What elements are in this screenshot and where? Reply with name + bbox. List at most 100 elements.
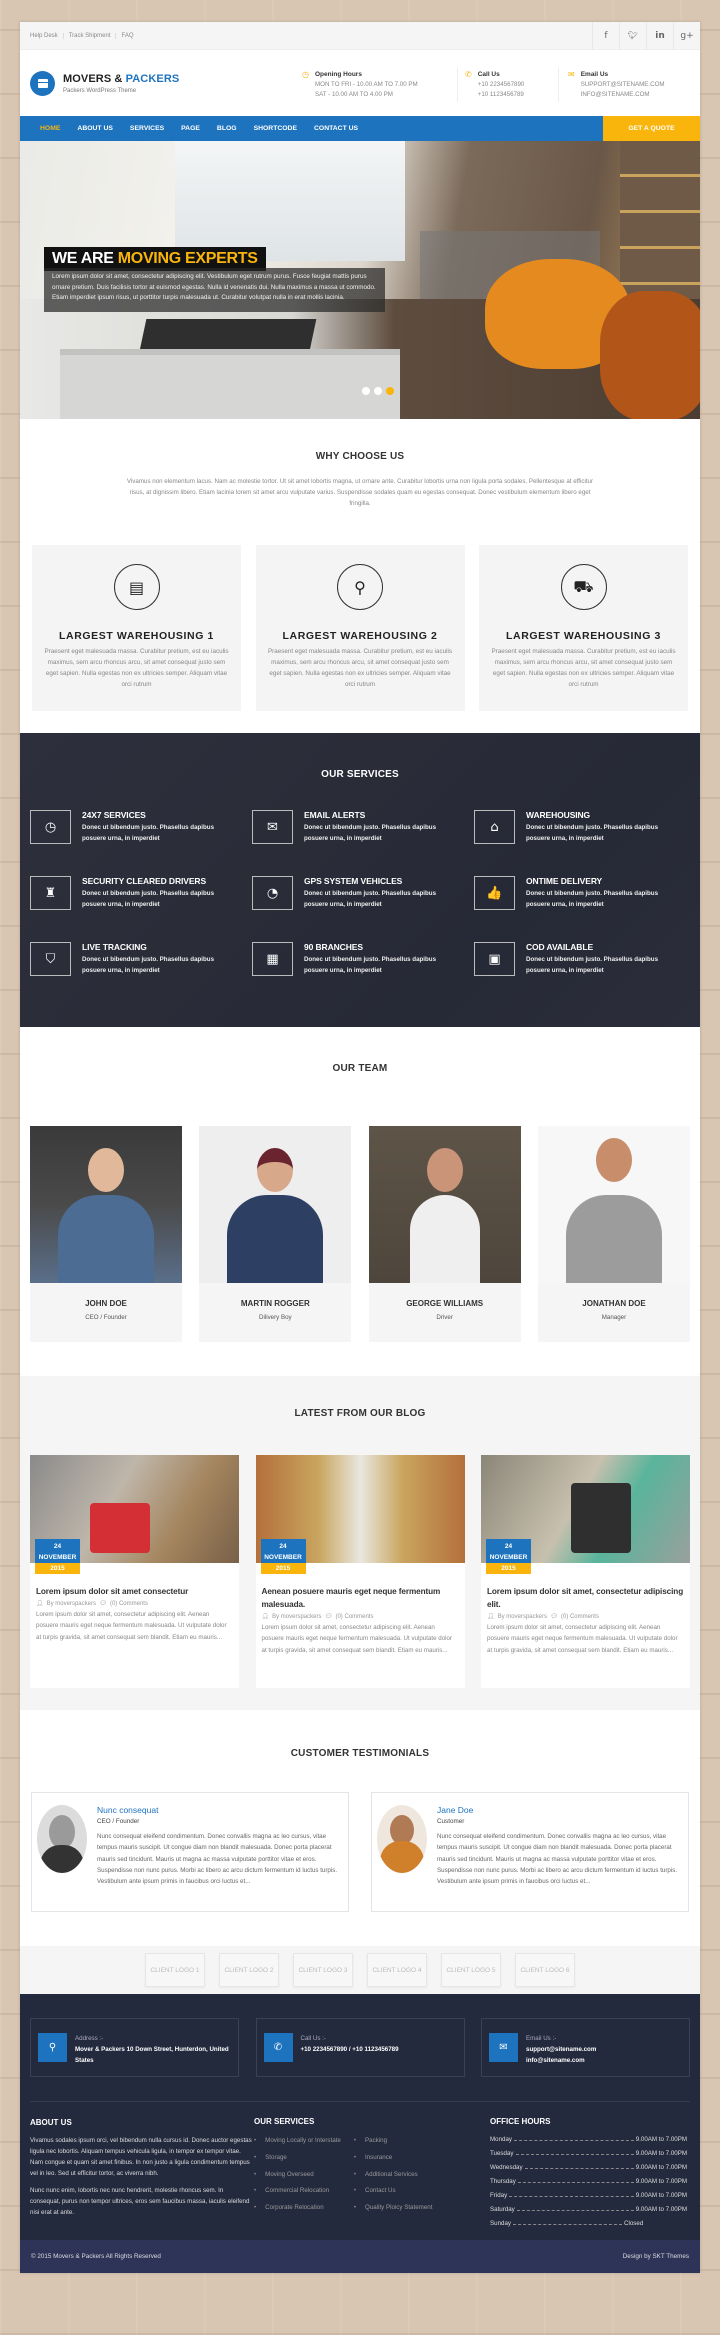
hours-row: Monday 9.00AM to 7.00PM: [490, 2136, 687, 2143]
our-services-section: OUR SERVICES ◷ 24X7 SERVICES Donec ut bibe…: [20, 733, 700, 1027]
nav-services[interactable]: SERVICES: [121, 125, 172, 132]
team-member-card[interactable]: GEORGE WILLIAMS Driver: [368, 1126, 521, 1342]
service-title: EMAIL ALERTS: [304, 810, 366, 820]
footer-service-link[interactable]: Packing: [354, 2133, 433, 2150]
testimonial-role: CEO / Founder: [97, 1818, 140, 1825]
team-member-card[interactable]: MARTIN ROGGER Dilivery Boy: [199, 1126, 352, 1342]
post-date-badge: 24 NOVEMBER 2015: [35, 1539, 80, 1574]
get-a-quote-button[interactable]: GET A QUOTE: [603, 116, 700, 141]
nav-blog[interactable]: BLOG: [208, 125, 245, 132]
map-pin-icon: ⚲: [337, 564, 383, 610]
hero-image-sofa: [60, 349, 400, 419]
slider-dot-1[interactable]: [362, 387, 370, 395]
feature-title: LARGEST WAREHOUSING 3: [506, 630, 661, 642]
team-member-card[interactable]: JONATHAN DOE Manager: [537, 1126, 690, 1342]
feature-text: Praesent eget malesuada massa. Curabitur…: [44, 648, 229, 688]
google-plus-icon[interactable]: g+: [673, 21, 700, 50]
avatar: [37, 1805, 87, 1873]
nav-about-us[interactable]: ABOUT US: [69, 125, 122, 132]
testimonial-text: Nunc consequat eleifend condimentum. Don…: [97, 1833, 338, 1886]
service-title: SECURITY CLEARED DRIVERS: [82, 876, 207, 886]
service-title: WAREHOUSING: [526, 810, 591, 820]
client-logo[interactable]: CLIENT LOGO 3: [293, 1953, 353, 1987]
team-member-role: CEO / Founder: [85, 1314, 127, 1321]
service-item: ◷ 24X7 SERVICES Donec ut bibendum justo. P…: [30, 810, 252, 844]
service-item: ⛉ LIVE TRACKING Donec ut bibendum justo. P…: [30, 942, 252, 976]
top-link-help-desk[interactable]: Help Desk: [30, 32, 64, 39]
service-item: ◔ GPS SYSTEM VEHICLES Donec ut bibendum ju…: [252, 876, 474, 910]
team-member-role: Dilivery Boy: [258, 1314, 292, 1321]
footer-email-box: ✉ Email Us :- support@sitename.com info@si…: [481, 2018, 690, 2077]
slider-dot-3-active[interactable]: [386, 387, 394, 395]
linkedin-icon[interactable]: in: [646, 21, 673, 50]
dashboard-icon: ◔: [252, 876, 293, 910]
nav-contact-us[interactable]: CONTACT US: [306, 125, 367, 132]
testimonial-role: Customer: [437, 1818, 465, 1825]
service-item: ⌂ WAREHOUSING Donec ut bibendum justo. Pha…: [474, 810, 696, 844]
team-member-photo: [368, 1126, 521, 1283]
call-us-info: ✆ Call Us +10 2234567890 +10 1123456789: [465, 70, 525, 98]
service-title: LIVE TRACKING: [82, 942, 147, 952]
social-links: f 🐦︎ in g+: [592, 21, 700, 50]
team-member-role: Driver: [436, 1314, 453, 1321]
post-date-badge: 24 NOVEMBER 2015: [486, 1539, 531, 1574]
nav-page[interactable]: PAGE: [173, 125, 209, 132]
team-member-photo: [537, 1126, 690, 1283]
testimonial-text: Nunc consequat eleifend condimentum. Don…: [437, 1833, 678, 1886]
footer-bottom-bar: © 2015 Movers & Packers All Rights Reser…: [20, 2240, 700, 2273]
hero-image-window: [175, 141, 405, 261]
nav-home[interactable]: HOME: [20, 125, 69, 132]
team-member-photo: [30, 1126, 182, 1283]
footer-service-link[interactable]: Additional Services: [354, 2167, 433, 2184]
comments-icon: 💬︎: [550, 1613, 558, 1620]
user-icon: 👤︎: [487, 1613, 495, 1620]
footer-address-box: ⚲ Address :- Mover & Packers 10 Down Stre…: [30, 2018, 239, 2077]
divider: [457, 68, 458, 102]
team-member-name: JOHN DOE: [85, 1299, 127, 1308]
footer-service-link[interactable]: Moving Overseed: [254, 2167, 341, 2184]
clock-icon: ◷: [30, 810, 71, 844]
footer-service-link[interactable]: Storage: [254, 2150, 341, 2167]
client-logo[interactable]: CLIENT LOGO 2: [219, 1953, 279, 1987]
client-logo[interactable]: CLIENT LOGO 4: [367, 1953, 427, 1987]
feature-title: LARGEST WAREHOUSING 2: [282, 630, 438, 642]
client-logo[interactable]: CLIENT LOGO 5: [441, 1953, 501, 1987]
box-logo-icon: [30, 70, 55, 96]
service-text: Donec ut bibendum justo. Phasellus dapib…: [304, 890, 437, 908]
service-text: Donec ut bibendum justo. Phasellus dapib…: [82, 890, 215, 908]
client-logo[interactable]: CLIENT LOGO 1: [145, 1953, 205, 1987]
section-title: OUR SERVICES: [321, 769, 399, 780]
slider-dot-2[interactable]: [374, 387, 382, 395]
feature-card: ▤ LARGEST WAREHOUSING 1 Praesent eget ma…: [32, 545, 241, 711]
footer-service-link[interactable]: Insurance: [354, 2150, 433, 2167]
site-footer: ⚲ Address :- Mover & Packers 10 Down Stre…: [20, 1994, 700, 2273]
section-title: LATEST FROM OUR BLOG: [294, 1408, 426, 1419]
envelope-icon: ✉: [489, 2033, 518, 2062]
site-logo[interactable]: MOVERS & PACKERS Packers WordPress Theme: [30, 70, 180, 96]
hours-row: Thursday 9.00AM to 7.00PM: [490, 2178, 687, 2185]
nav-shortcode[interactable]: SHORTCODE: [245, 125, 305, 132]
design-credit-link[interactable]: Design by SKT Themes: [623, 2253, 700, 2260]
blog-section: LATEST FROM OUR BLOG 24 NOVEMBER 2015 Lor…: [20, 1376, 700, 1710]
clock-icon: ◷: [302, 70, 309, 79]
service-text: Donec ut bibendum justo. Phasellus dapib…: [526, 890, 659, 908]
divider: [558, 68, 559, 102]
archive-box-icon: ▤: [113, 564, 160, 610]
building-icon: ▦: [252, 942, 293, 976]
footer-service-link[interactable]: Commercial Relocation: [254, 2183, 341, 2200]
feature-title: LARGEST WAREHOUSING 1: [59, 630, 214, 642]
footer-service-link[interactable]: Moving Locally or Interstate: [254, 2133, 341, 2150]
service-item: ♜ SECURITY CLEARED DRIVERS Donec ut bibend…: [30, 876, 252, 910]
facebook-icon[interactable]: f: [592, 21, 619, 50]
footer-heading: OUR SERVICES: [254, 2117, 315, 2126]
client-logo[interactable]: CLIENT LOGO 6: [515, 1953, 575, 1987]
footer-service-link[interactable]: Corporate Relocation: [254, 2200, 341, 2217]
team-member-name: JONATHAN DOE: [582, 1299, 646, 1308]
top-link-track-shipment[interactable]: Track Shipment: [64, 32, 117, 39]
top-link-faq[interactable]: FAQ: [116, 33, 138, 39]
footer-service-link[interactable]: Contact Us: [354, 2183, 433, 2200]
site-title: MOVERS & PACKERS: [63, 72, 180, 85]
team-member-card[interactable]: JOHN DOE CEO / Founder: [30, 1126, 182, 1342]
twitter-icon[interactable]: 🐦︎: [619, 21, 646, 50]
footer-service-link[interactable]: Quality Ploicy Statement: [354, 2200, 432, 2217]
